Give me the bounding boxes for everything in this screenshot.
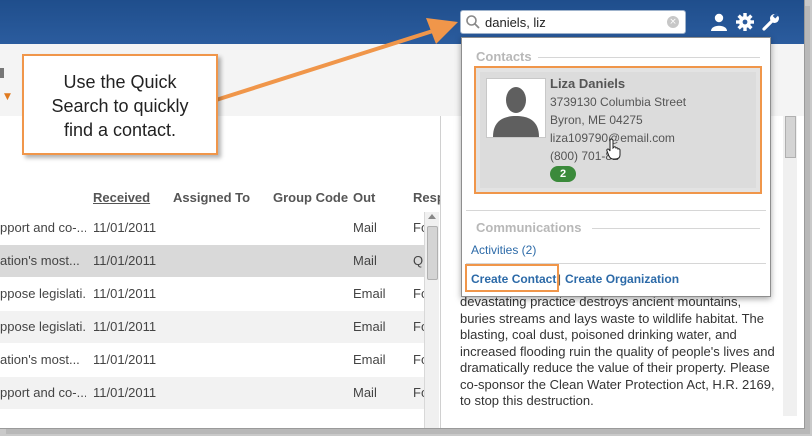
row-subject: pport and co-... (0, 385, 86, 400)
row-out: Email (353, 352, 386, 367)
chevron-down-icon[interactable]: ▼ (4, 92, 11, 102)
search-input[interactable] (485, 13, 655, 31)
row-subject: ation's most... (0, 253, 80, 268)
row-subject: ation's most... (0, 352, 80, 367)
person-silhouette-icon (493, 87, 539, 137)
row-received: 11/01/2011 (93, 220, 157, 235)
contacts-section-title: Contacts (476, 49, 532, 64)
table-row[interactable]: pport and co-... 11/01/2011 Mail Fo (0, 212, 428, 244)
tutorial-callout: Use the Quick Search to quickly find a c… (22, 54, 218, 155)
row-resp: Q (413, 253, 424, 268)
create-organization-link[interactable]: Create Organization (565, 272, 679, 286)
table-row[interactable]: ation's most... 11/01/2011 Email Fo (0, 344, 428, 376)
create-contact-highlight (465, 264, 559, 292)
table-header: Received Assigned To Group Code Out Resp (0, 186, 445, 210)
search-icon (466, 15, 480, 29)
column-out[interactable]: Out (353, 190, 375, 205)
table-row-selected[interactable]: ation's most... 11/01/2011 Mail Q (0, 245, 424, 277)
table-row[interactable]: pport and co-... 11/01/2011 Mail Fo (0, 377, 428, 409)
count-badge: 2 (550, 166, 576, 182)
row-out: Email (353, 286, 386, 301)
communications-section-title: Communications (476, 220, 582, 235)
wrench-icon[interactable] (761, 12, 781, 32)
contact-name[interactable]: Liza Daniels (550, 76, 625, 91)
row-received: 11/01/2011 (93, 319, 157, 334)
quick-search-results: Contacts Liza Daniels 3739130 Columbia S… (461, 37, 771, 297)
scrollbar-thumb[interactable] (785, 116, 796, 158)
row-out: Mail (353, 385, 377, 400)
row-subject: ppose legislati... (0, 319, 86, 334)
preview-scrollbar[interactable] (783, 116, 797, 416)
row-out: Mail (353, 220, 377, 235)
message-body-text: devastating practice destroys ancient mo… (460, 294, 775, 408)
app-window: × ▼ Received Assigned To Group Code (0, 0, 805, 429)
row-out: Mail (353, 253, 377, 268)
table-row[interactable]: ppose legislati... 11/01/2011 Email Fo (0, 311, 428, 343)
toolbar-icon (0, 68, 4, 78)
callout-text: Use the Quick Search to quickly find a c… (51, 72, 189, 140)
divider (538, 57, 760, 58)
row-subject: ppose legislati... (0, 286, 86, 301)
quick-search-box[interactable]: × (460, 10, 686, 34)
contact-card-inner: Liza Daniels 3739130 Columbia Street Byr… (480, 72, 756, 188)
contact-street: 3739130 Columbia Street (550, 95, 687, 109)
table-scrollbar[interactable] (424, 212, 439, 428)
row-received: 11/01/2011 (93, 352, 157, 367)
row-out: Email (353, 319, 386, 334)
divider (592, 228, 760, 229)
column-received[interactable]: Received (93, 190, 150, 205)
activities-link[interactable]: Activities (2) (471, 243, 536, 257)
gear-icon[interactable] (735, 12, 755, 32)
column-group-code[interactable]: Group Code (273, 190, 348, 205)
scroll-up-icon[interactable] (428, 214, 436, 219)
row-received: 11/01/2011 (93, 286, 157, 301)
scrollbar-thumb[interactable] (427, 226, 438, 280)
table-row[interactable]: ppose legislati... 11/01/2011 Email Fo (0, 278, 428, 310)
messages-table: Received Assigned To Group Code Out Resp… (0, 116, 445, 428)
row-subject: pport and co-... (0, 220, 86, 235)
clear-search-icon[interactable]: × (667, 16, 679, 28)
contact-result-card[interactable]: Liza Daniels 3739130 Columbia Street Byr… (474, 66, 762, 194)
avatar (486, 78, 546, 138)
row-received: 11/01/2011 (93, 253, 157, 268)
user-icon[interactable] (709, 12, 729, 32)
divider (466, 210, 766, 211)
column-assigned-to[interactable]: Assigned To (173, 190, 250, 205)
hand-cursor-icon (606, 138, 621, 160)
row-received: 11/01/2011 (93, 385, 157, 400)
contact-city: Byron, ME 04275 (550, 113, 643, 127)
